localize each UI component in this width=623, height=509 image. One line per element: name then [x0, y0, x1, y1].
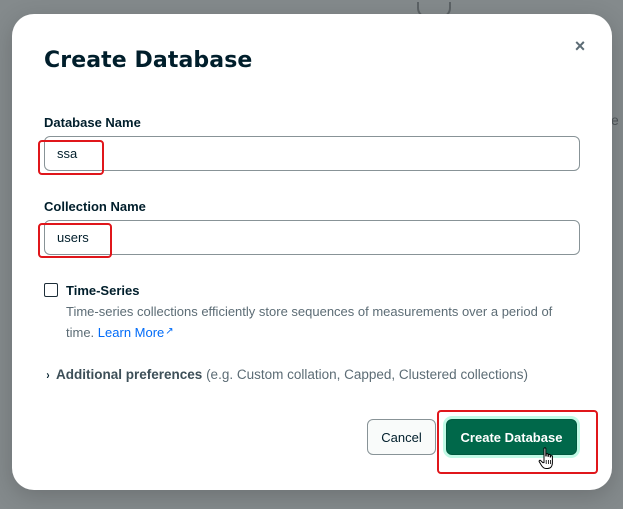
time-series-label: Time-Series: [66, 283, 140, 298]
database-name-input[interactable]: [44, 136, 580, 171]
additional-preferences-label: Additional preferences: [56, 367, 203, 382]
create-database-button[interactable]: Create Database: [446, 419, 577, 455]
modal-title: Create Database: [44, 48, 253, 73]
learn-more-label: Learn More: [97, 325, 165, 340]
learn-more-link[interactable]: Learn More↗: [98, 325, 174, 340]
cancel-button[interactable]: Cancel: [367, 419, 436, 455]
database-name-label: Database Name: [44, 115, 141, 130]
chevron-right-icon: ›: [46, 368, 50, 382]
close-icon[interactable]: ×: [570, 36, 590, 56]
additional-preferences-hint: (e.g. Custom collation, Capped, Clustere…: [206, 367, 528, 382]
external-link-icon: ↗: [165, 326, 174, 337]
collection-name-input[interactable]: [44, 220, 580, 255]
hand-cursor-icon: [538, 447, 553, 469]
additional-preferences-toggle[interactable]: › Additional preferences (e.g. Custom col…: [46, 367, 528, 382]
collection-name-label: Collection Name: [44, 199, 146, 214]
time-series-description: Time-series collections efficiently stor…: [66, 302, 581, 343]
background-text-fragment: e: [611, 112, 619, 128]
create-database-modal: × Create Database Database Name Collecti…: [12, 14, 612, 490]
time-series-checkbox[interactable]: [44, 283, 58, 297]
